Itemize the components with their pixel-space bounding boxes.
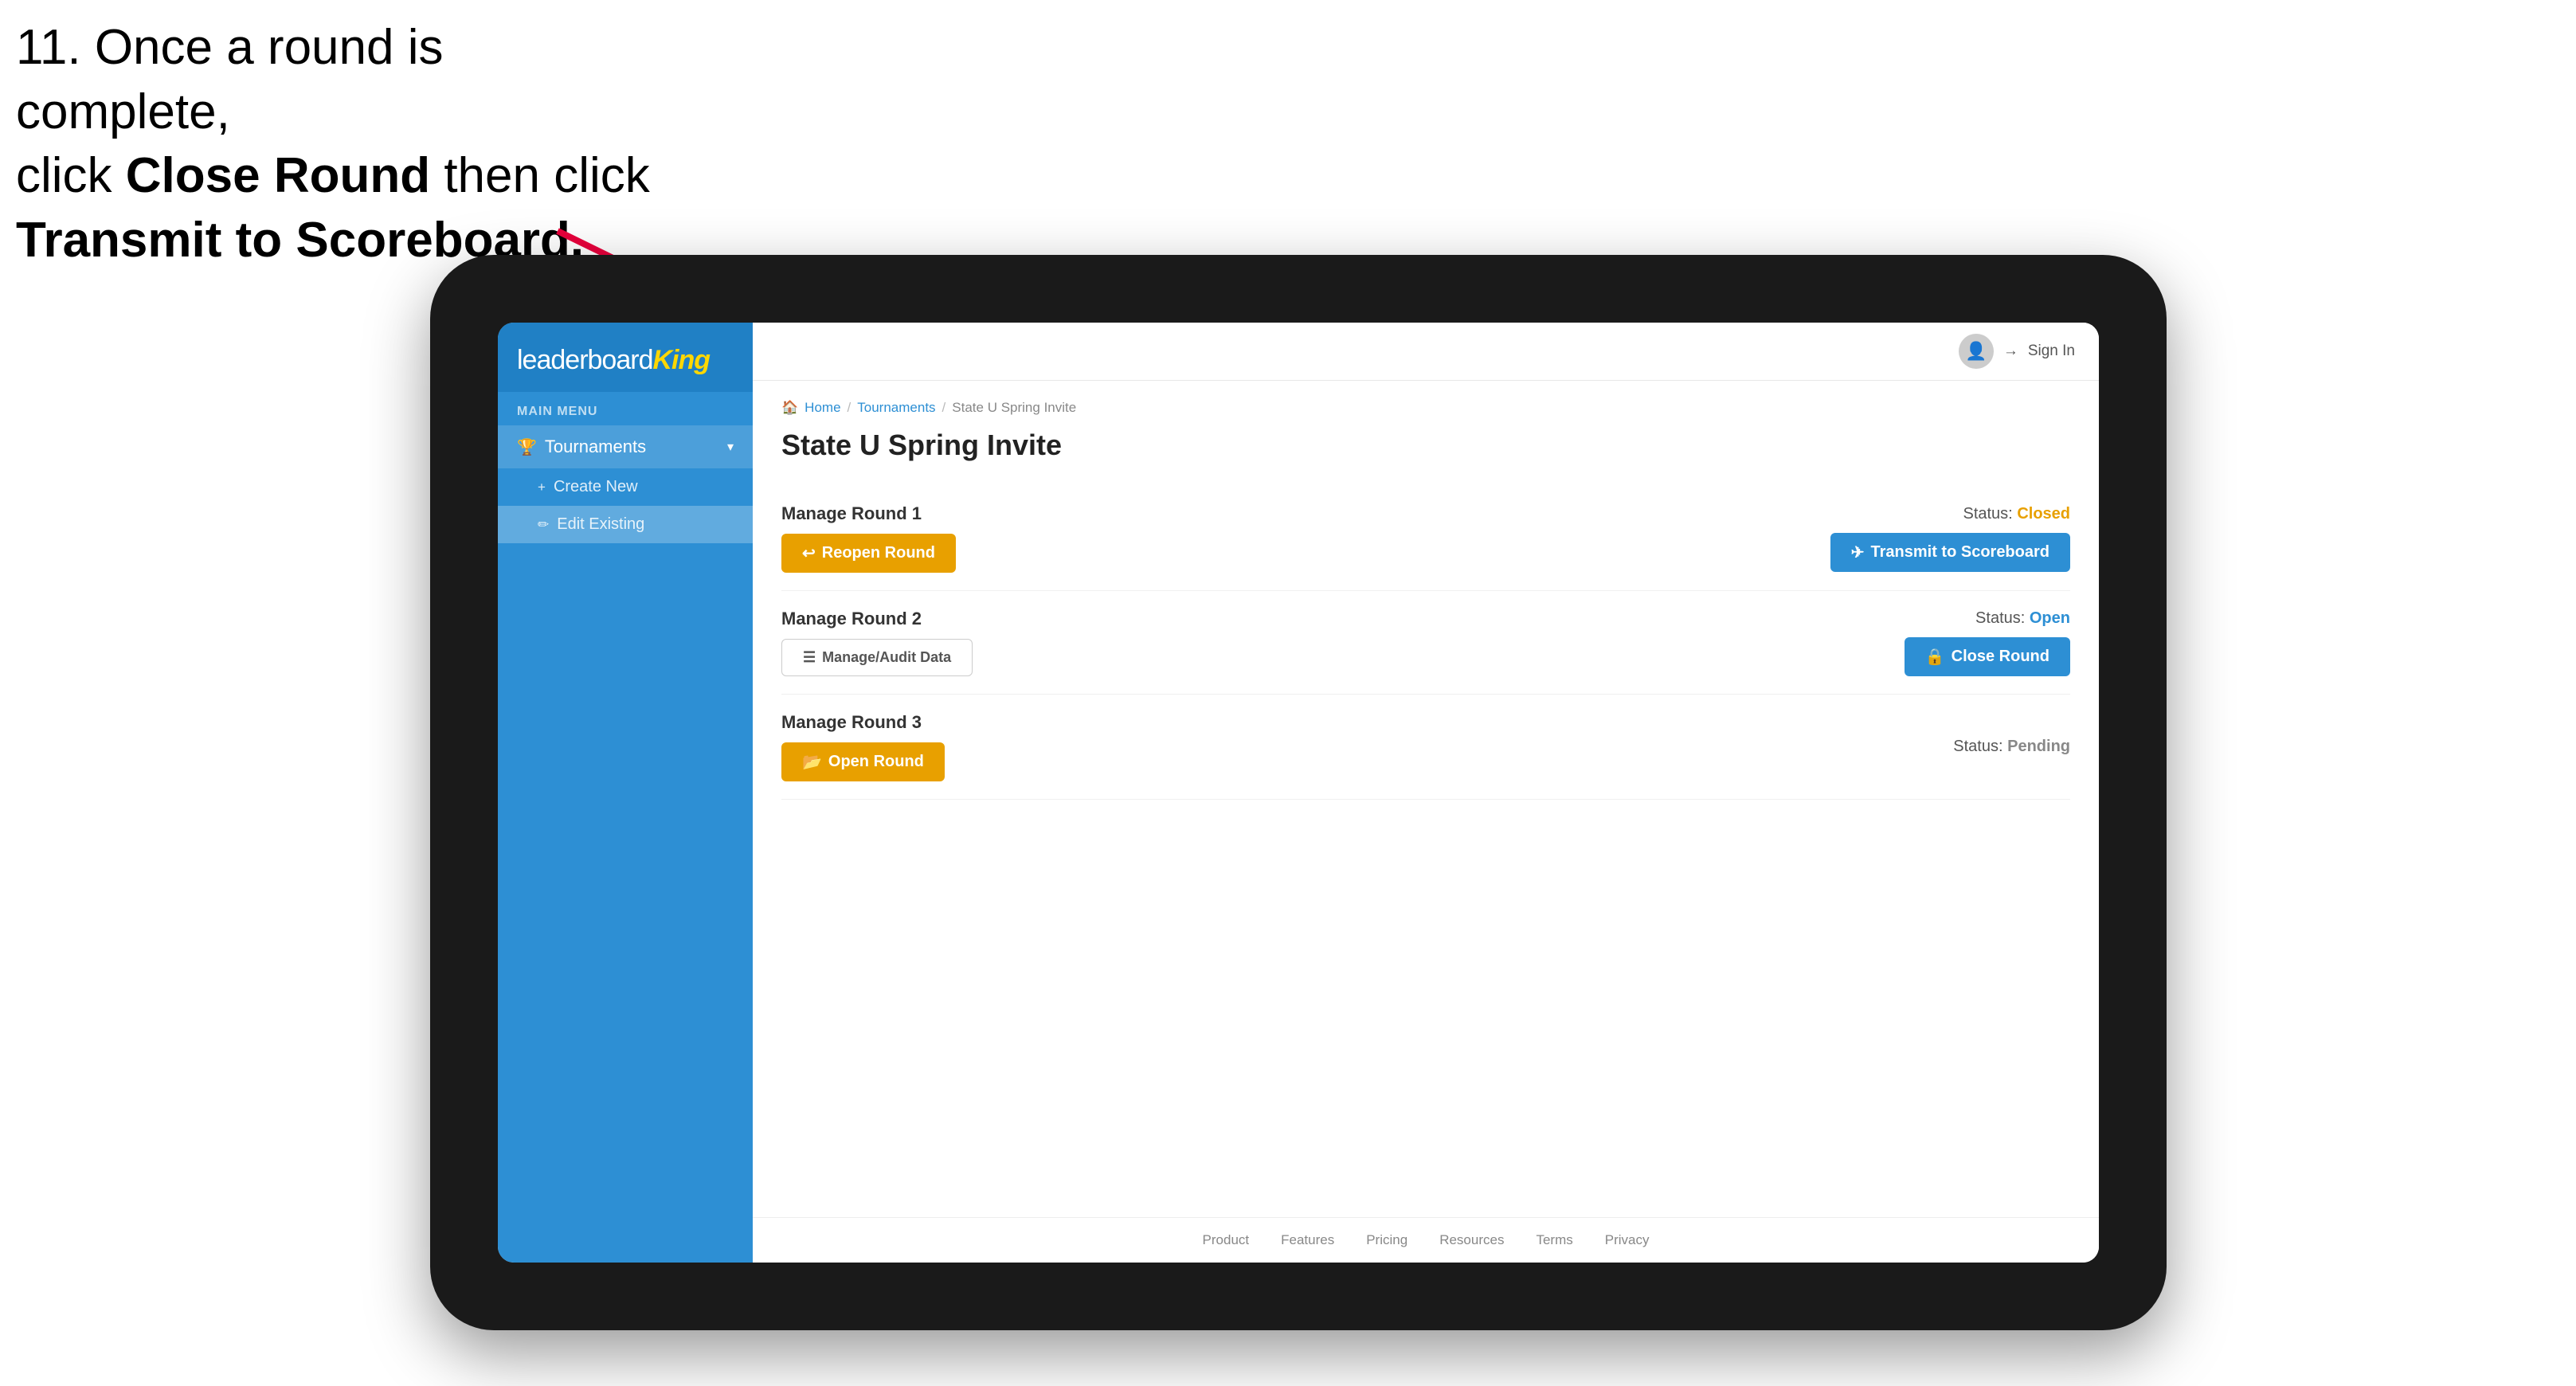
edit-icon: ✏ — [538, 517, 549, 533]
round-1-status-value: Closed — [2017, 505, 2070, 523]
round-2-status: Status: Open — [1975, 609, 2070, 628]
avatar: 👤 — [1959, 334, 1994, 369]
tablet-shell: leaderboardKing MAIN MENU 🏆 Tournaments … — [430, 255, 2167, 1330]
round-2-section: Manage Round 2 ☰ Manage/Audit Data Statu… — [781, 591, 2070, 695]
breadcrumb-sep-2: / — [942, 400, 946, 416]
sign-in-area[interactable]: 👤 → Sign In — [1959, 334, 2075, 369]
open-round-label: Open Round — [828, 753, 924, 771]
footer-features[interactable]: Features — [1281, 1232, 1334, 1248]
reopen-round-button[interactable]: ↩ Reopen Round — [781, 534, 956, 573]
logo: leaderboardKing — [517, 345, 734, 376]
round-3-right: Status: Pending — [1953, 738, 2070, 756]
main-content: 👤 → Sign In 🏠 Home / Tournaments / State — [753, 323, 2099, 1263]
close-round-label: Close Round — [1952, 648, 2049, 666]
open-round-icon: 📂 — [802, 752, 822, 772]
round-2-right: Status: Open 🔒 Close Round — [1905, 609, 2070, 676]
sidebar-tournaments-label: Tournaments — [545, 437, 727, 457]
sidebar-logo-area: leaderboardKing — [498, 323, 753, 392]
sidebar-item-create-new[interactable]: + Create New — [498, 468, 753, 506]
round-3-title: Manage Round 3 — [781, 712, 945, 733]
logo-highlight: King — [652, 345, 710, 375]
create-new-label: Create New — [554, 478, 638, 496]
close-round-button[interactable]: 🔒 Close Round — [1905, 637, 2070, 676]
sidebar-item-tournaments[interactable]: 🏆 Tournaments ▾ — [498, 425, 753, 468]
transmit-to-scoreboard-label: Transmit to Scoreboard — [1871, 543, 2050, 562]
content-area: 🏠 Home / Tournaments / State U Spring In… — [753, 381, 2099, 1217]
tablet-screen: leaderboardKing MAIN MENU 🏆 Tournaments … — [498, 323, 2099, 1263]
round-3-status: Status: Pending — [1953, 738, 2070, 756]
breadcrumb-home-icon: 🏠 — [781, 400, 798, 416]
round-2-status-value: Open — [2030, 609, 2070, 627]
round-2-title: Manage Round 2 — [781, 609, 973, 629]
round-3-status-value: Pending — [2007, 738, 2070, 755]
round-1-status: Status: Closed — [1963, 505, 2070, 523]
footer-pricing[interactable]: Pricing — [1366, 1232, 1407, 1248]
round-2-left: Manage Round 2 ☰ Manage/Audit Data — [781, 609, 973, 676]
round-1-section: Manage Round 1 ↩ Reopen Round Status: Cl… — [781, 486, 2070, 591]
reopen-round-label: Reopen Round — [822, 544, 935, 562]
breadcrumb-current: State U Spring Invite — [952, 400, 1076, 416]
trophy-icon: 🏆 — [517, 437, 537, 457]
manage-audit-label: Manage/Audit Data — [822, 649, 951, 666]
footer: Product Features Pricing Resources Terms… — [753, 1217, 2099, 1263]
transmit-icon: ✈ — [1851, 542, 1865, 562]
round-3-section: Manage Round 3 📂 Open Round Status: Pend… — [781, 695, 2070, 800]
manage-audit-data-button[interactable]: ☰ Manage/Audit Data — [781, 639, 973, 676]
page-title: State U Spring Invite — [781, 429, 2070, 462]
edit-existing-label: Edit Existing — [557, 515, 644, 534]
lock-icon: 🔒 — [1925, 647, 1945, 667]
sign-in-arrow-icon: → — [2003, 343, 2018, 360]
round-3-left: Manage Round 3 📂 Open Round — [781, 712, 945, 781]
instruction-text: 11. Once a round is complete, click Clos… — [16, 16, 669, 272]
round-1-left: Manage Round 1 ↩ Reopen Round — [781, 503, 956, 573]
app-layout: leaderboardKing MAIN MENU 🏆 Tournaments … — [498, 323, 2099, 1263]
breadcrumb-sep-1: / — [848, 400, 851, 416]
footer-terms[interactable]: Terms — [1536, 1232, 1572, 1248]
open-round-button[interactable]: 📂 Open Round — [781, 742, 945, 781]
breadcrumb-home-link[interactable]: Home — [805, 400, 840, 416]
reopen-icon: ↩ — [802, 543, 816, 563]
top-bar: 👤 → Sign In — [753, 323, 2099, 381]
footer-privacy[interactable]: Privacy — [1605, 1232, 1650, 1248]
sidebar-item-edit-existing[interactable]: ✏ Edit Existing — [498, 506, 753, 543]
plus-icon: + — [538, 480, 546, 495]
round-1-right: Status: Closed ✈ Transmit to Scoreboard — [1830, 505, 2070, 572]
breadcrumb: 🏠 Home / Tournaments / State U Spring In… — [781, 400, 2070, 416]
sidebar: leaderboardKing MAIN MENU 🏆 Tournaments … — [498, 323, 753, 1263]
chevron-down-icon: ▾ — [727, 439, 734, 455]
main-menu-label: MAIN MENU — [498, 392, 753, 425]
transmit-to-scoreboard-button[interactable]: ✈ Transmit to Scoreboard — [1830, 533, 2070, 572]
audit-icon: ☰ — [803, 649, 816, 666]
round-1-title: Manage Round 1 — [781, 503, 956, 524]
breadcrumb-tournaments-link[interactable]: Tournaments — [857, 400, 935, 416]
footer-product[interactable]: Product — [1203, 1232, 1250, 1248]
sign-in-label[interactable]: Sign In — [2028, 343, 2075, 360]
footer-resources[interactable]: Resources — [1439, 1232, 1504, 1248]
